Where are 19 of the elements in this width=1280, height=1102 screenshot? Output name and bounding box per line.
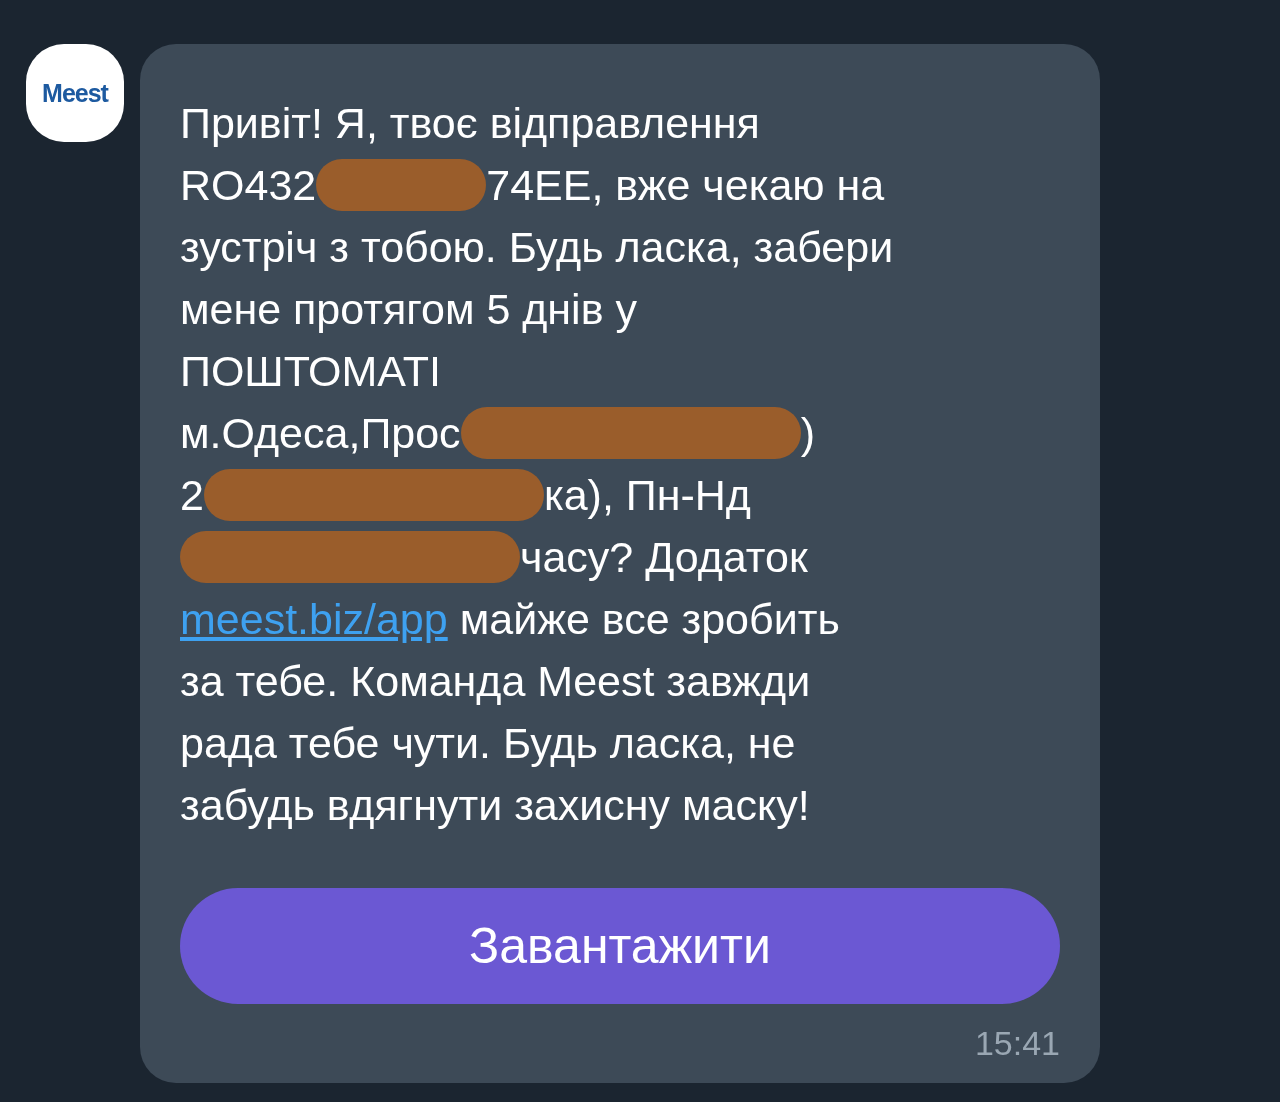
message-text: ПОШТОМАТІ bbox=[180, 346, 441, 397]
message-text: забудь вдягнути захисну маску! bbox=[180, 780, 810, 831]
message-text: м.Одеса,Прос bbox=[180, 408, 461, 459]
message-text: Привіт! Я, твоє відправлення bbox=[180, 98, 760, 149]
message-time: 15:41 bbox=[974, 1024, 1060, 1063]
message-text: майже все зробить bbox=[458, 594, 840, 645]
message-text: ) bbox=[800, 408, 815, 459]
message-text: рада тебе чути. Будь ласка, не bbox=[180, 718, 796, 769]
message-text: часу? Додаток bbox=[520, 532, 808, 583]
message-text: 2 bbox=[180, 470, 204, 521]
message-text: 74EE, вже чекаю на bbox=[486, 160, 885, 211]
message-text: RO432 bbox=[180, 160, 317, 211]
message-text: зустріч з тобою. Будь ласка, забери bbox=[180, 222, 894, 273]
message-text: ка), Пн-Нд bbox=[543, 470, 751, 521]
sender-logo[interactable]: Meest bbox=[26, 44, 124, 142]
message-link[interactable]: meest.biz/app bbox=[180, 588, 448, 650]
download-button[interactable]: Завантажити bbox=[180, 888, 1060, 1004]
message-text: за тебе. Команда Meest завжди bbox=[180, 656, 811, 707]
message-text: мене протягом 5 днів у bbox=[180, 284, 637, 335]
